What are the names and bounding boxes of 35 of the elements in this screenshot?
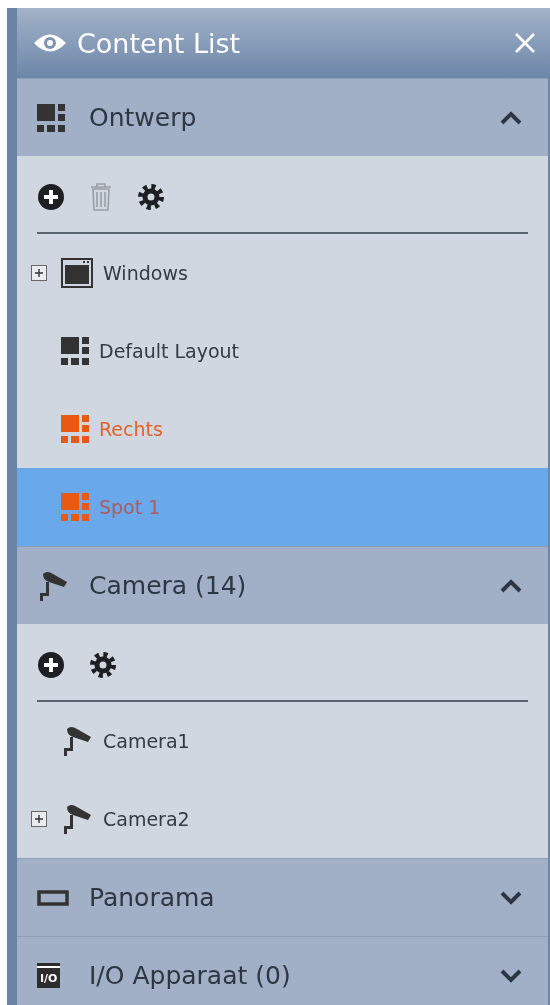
section-header[interactable]: I/O I/O Apparaat (0) [17, 936, 548, 1005]
list-item[interactable]: Windows [17, 234, 548, 312]
section-header[interactable]: Panorama [17, 858, 548, 936]
item-label: Rechts [99, 418, 163, 440]
item-label: Windows [103, 262, 188, 284]
eye-icon [33, 32, 67, 54]
section-title: I/O Apparaat (0) [89, 961, 292, 990]
section-title: Ontwerp [89, 103, 198, 132]
list-item[interactable]: Camera2 [17, 780, 548, 858]
window-title: Content List [77, 27, 242, 59]
list-item[interactable]: Camera1 [17, 702, 548, 780]
list-item[interactable]: Default Layout [17, 312, 548, 390]
add-icon[interactable] [37, 651, 65, 679]
section-title: Panorama [89, 883, 216, 912]
expand-icon[interactable] [31, 265, 47, 281]
item-label: Camera1 [103, 730, 190, 752]
item-label: Default Layout [99, 340, 240, 362]
camera-icon [37, 569, 69, 602]
close-icon[interactable] [514, 32, 536, 54]
section-header[interactable]: Camera (14) [17, 546, 548, 624]
io-device-icon: I/O [37, 963, 61, 988]
chevron-down-icon [500, 890, 522, 905]
chevron-up-icon [500, 578, 522, 593]
settings-icon[interactable] [137, 183, 165, 211]
expand-icon[interactable] [31, 811, 47, 827]
item-label: Camera2 [103, 808, 190, 830]
chevron-up-icon [500, 110, 522, 125]
chevron-down-icon [500, 968, 522, 983]
section-header[interactable]: Ontwerp [17, 78, 548, 156]
add-icon[interactable] [37, 183, 65, 211]
layout-grid-icon [37, 103, 65, 132]
settings-icon[interactable] [89, 651, 117, 679]
item-label: Spot 1 [99, 496, 161, 518]
section-title: Camera (14) [89, 571, 248, 600]
panorama-icon [37, 889, 69, 906]
